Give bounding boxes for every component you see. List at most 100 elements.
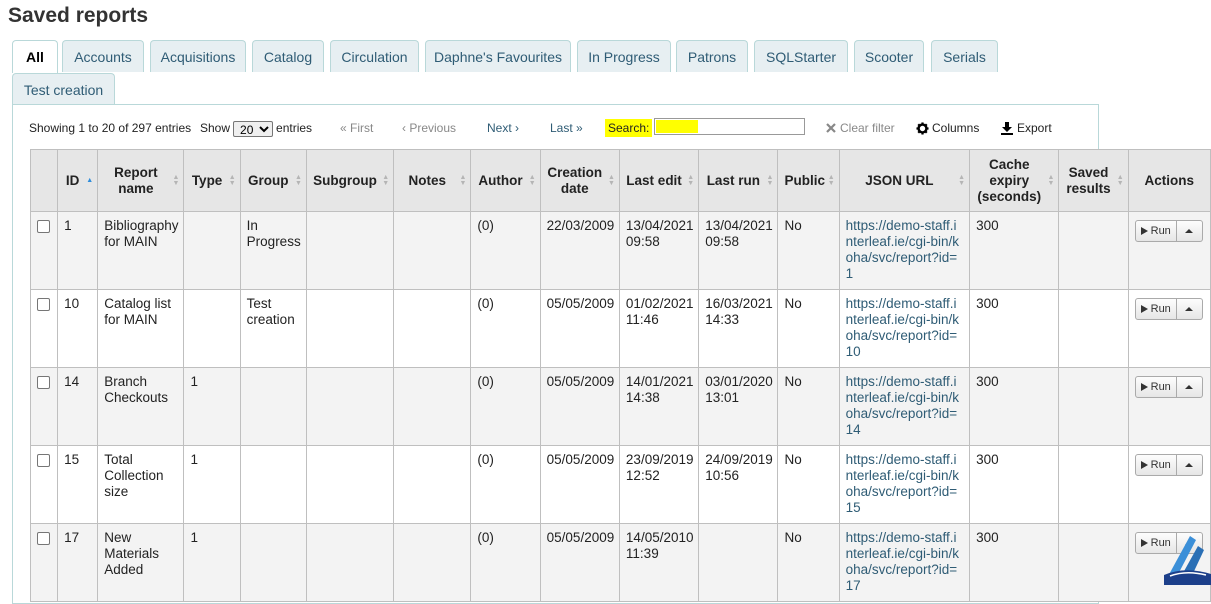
columns-label: Columns bbox=[932, 121, 980, 135]
last-edit-column-header[interactable]: Last edit ▲ ▼ bbox=[618, 149, 700, 212]
caret-up-icon bbox=[1185, 463, 1194, 467]
run-label: Run bbox=[1150, 459, 1171, 471]
table-row: 14 Branch Checkouts 1 (0) 05/05/2009 14/01/20… bbox=[29, 367, 1211, 446]
actions-dropdown-toggle[interactable] bbox=[1176, 220, 1203, 242]
cell-last-edit: 14/01/2021 14:38 bbox=[618, 367, 700, 446]
cell-author: (0) bbox=[470, 445, 541, 524]
run-button[interactable]: Run bbox=[1134, 220, 1177, 242]
tab-scooter[interactable]: Scooter bbox=[854, 40, 924, 72]
page-length-control: Show 20 entries bbox=[200, 116, 312, 140]
cell-saved bbox=[1058, 211, 1129, 290]
tab-accounts[interactable]: Accounts bbox=[62, 40, 144, 72]
header-row: ID ▲ Report name ▲ ▼ Type ▲ ▼ Group ▲ ▼ Subgrou… bbox=[29, 149, 1211, 212]
cell-notes bbox=[393, 367, 472, 446]
cell-public: No bbox=[777, 367, 840, 446]
saved-results-column-header[interactable]: Saved results ▲ ▼ bbox=[1058, 149, 1129, 212]
run-button[interactable]: Run bbox=[1134, 376, 1177, 398]
cell-public: No bbox=[777, 445, 840, 524]
row-checkbox[interactable] bbox=[37, 376, 50, 389]
row-select-cell bbox=[29, 211, 59, 290]
tab-serials[interactable]: Serials bbox=[931, 40, 998, 72]
cell-id: 1 bbox=[57, 211, 99, 290]
caret-up-icon bbox=[1185, 229, 1194, 233]
sort-icon: ▲ ▼ bbox=[172, 173, 180, 187]
next-page-button[interactable]: Next › bbox=[487, 116, 519, 140]
search-label: Search: bbox=[605, 116, 653, 140]
cell-last-run: 24/09/2019 10:56 bbox=[698, 445, 779, 524]
run-button-group: Run bbox=[1134, 298, 1204, 320]
tab-in-progress[interactable]: In Progress bbox=[577, 40, 671, 72]
cell-created: 05/05/2009 bbox=[539, 445, 620, 524]
clear-filter-button[interactable]: Clear filter bbox=[825, 116, 895, 140]
table-row: 15 Total Collection size 1 (0) 05/05/2009 23/… bbox=[29, 445, 1211, 524]
json-url-column-header[interactable]: JSON URL ▲ ▼ bbox=[838, 149, 971, 212]
actions-dropdown-toggle[interactable] bbox=[1176, 376, 1203, 398]
entries-info: Showing 1 to 20 of 297 entries bbox=[29, 121, 192, 135]
last-page-button[interactable]: Last » bbox=[550, 116, 583, 140]
sort-icon: ▲ ▼ bbox=[1116, 173, 1124, 187]
cell-type: 1 bbox=[183, 523, 241, 602]
creation-date-column-header[interactable]: Creation date ▲ ▼ bbox=[539, 149, 620, 212]
last-run-column-header[interactable]: Last run ▲ ▼ bbox=[698, 149, 779, 212]
json-url-link[interactable]: https://demo-staff.interleaf.ie/cgi-bin/… bbox=[846, 452, 959, 515]
run-label: Run bbox=[1150, 303, 1171, 315]
run-button[interactable]: Run bbox=[1134, 454, 1177, 476]
entries-label: entries bbox=[276, 121, 313, 135]
cell-type: 1 bbox=[183, 445, 241, 524]
cell-json-url: https://demo-staff.interleaf.ie/cgi-bin/… bbox=[838, 367, 971, 446]
tab-patrons[interactable]: Patrons bbox=[676, 40, 748, 72]
run-button-group: Run bbox=[1134, 454, 1204, 476]
cell-public: No bbox=[777, 211, 840, 290]
group-column-header[interactable]: Group ▲ ▼ bbox=[239, 149, 307, 212]
row-checkbox[interactable] bbox=[37, 454, 50, 467]
type-column-header[interactable]: Type ▲ ▼ bbox=[183, 149, 241, 212]
subgroup-column-header[interactable]: Subgroup ▲ ▼ bbox=[305, 149, 395, 212]
clear-filter-label: Clear filter bbox=[840, 121, 895, 135]
run-button-group: Run bbox=[1134, 220, 1204, 242]
cache-expiry-column-header[interactable]: Cache expiry (seconds) ▲ ▼ bbox=[969, 149, 1060, 212]
notes-column-header[interactable]: Notes ▲ ▼ bbox=[393, 149, 472, 212]
public-column-header[interactable]: Public ▲ ▼ bbox=[777, 149, 840, 212]
row-checkbox[interactable] bbox=[37, 298, 50, 311]
cell-last-run: 13/04/2021 09:58 bbox=[698, 211, 779, 290]
author-column-header[interactable]: Author ▲ ▼ bbox=[470, 149, 541, 212]
actions-dropdown-toggle[interactable] bbox=[1176, 298, 1203, 320]
download-icon bbox=[1001, 122, 1013, 135]
previous-page-button[interactable]: ‹ Previous bbox=[402, 116, 456, 140]
tab-test-creation[interactable]: Test creation bbox=[12, 73, 115, 105]
id-column-header[interactable]: ID ▲ bbox=[57, 149, 99, 212]
cell-type bbox=[183, 211, 241, 290]
cell-id: 14 bbox=[57, 367, 99, 446]
json-url-link[interactable]: https://demo-staff.interleaf.ie/cgi-bin/… bbox=[846, 218, 959, 281]
cell-author: (0) bbox=[470, 367, 541, 446]
cell-last-edit: 23/09/2019 12:52 bbox=[618, 445, 700, 524]
report-name-column-header[interactable]: Report name ▲ ▼ bbox=[97, 149, 185, 212]
cell-notes bbox=[393, 523, 472, 602]
sort-icon: ▲ ▼ bbox=[766, 173, 774, 187]
row-checkbox[interactable] bbox=[37, 532, 50, 545]
tab-circulation[interactable]: Circulation bbox=[330, 40, 419, 72]
tab-catalog[interactable]: Catalog bbox=[252, 40, 324, 72]
tab-daphnes-favourites[interactable]: Daphne's Favourites bbox=[425, 40, 571, 72]
cell-notes bbox=[393, 289, 472, 368]
cell-name: Catalog list for MAIN bbox=[97, 289, 185, 368]
columns-button[interactable]: Columns bbox=[916, 116, 979, 140]
export-button[interactable]: Export bbox=[1000, 116, 1052, 140]
tab-sqlstarter[interactable]: SQLStarter bbox=[754, 40, 848, 72]
json-url-link[interactable]: https://demo-staff.interleaf.ie/cgi-bin/… bbox=[846, 374, 959, 437]
cell-public: No bbox=[777, 523, 840, 602]
row-checkbox[interactable] bbox=[37, 220, 50, 233]
json-url-link[interactable]: https://demo-staff.interleaf.ie/cgi-bin/… bbox=[846, 296, 959, 359]
tab-acquisitions[interactable]: Acquisitions bbox=[150, 40, 246, 72]
actions-dropdown-toggle[interactable] bbox=[1176, 454, 1203, 476]
page-length-select[interactable]: 20 bbox=[233, 120, 274, 137]
cell-id: 15 bbox=[57, 445, 99, 524]
first-page-button[interactable]: « First bbox=[340, 116, 373, 140]
cell-group bbox=[239, 367, 307, 446]
json-url-link[interactable]: https://demo-staff.interleaf.ie/cgi-bin/… bbox=[846, 530, 959, 593]
search-input[interactable] bbox=[654, 118, 805, 135]
tab-all[interactable]: All bbox=[12, 40, 58, 73]
cell-last-run: 16/03/2021 14:33 bbox=[698, 289, 779, 368]
run-button[interactable]: Run bbox=[1134, 298, 1177, 320]
cell-author: (0) bbox=[470, 523, 541, 602]
